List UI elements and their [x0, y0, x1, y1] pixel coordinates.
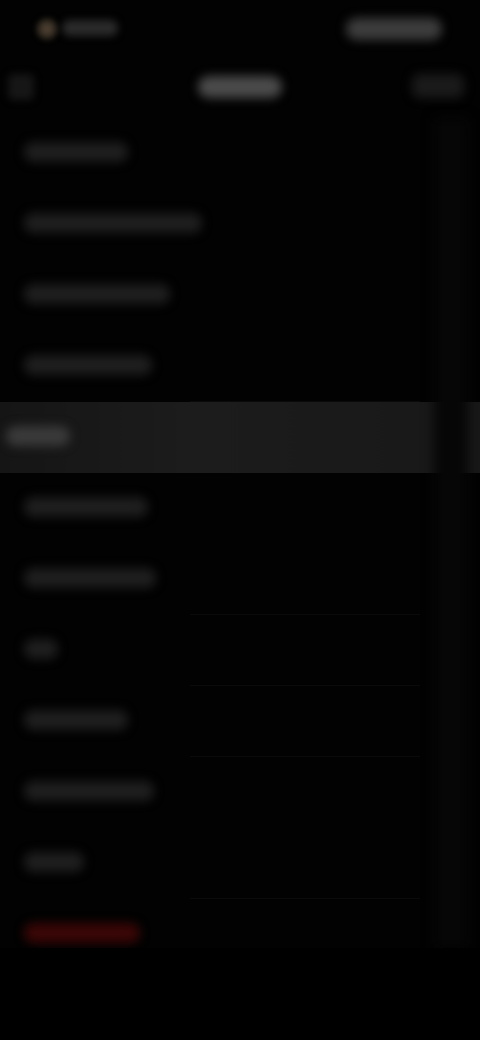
list-item-label: [24, 710, 128, 730]
list-item[interactable]: [0, 615, 480, 686]
list-item-label: [24, 355, 152, 375]
right-column: [434, 118, 468, 948]
back-button[interactable]: [8, 74, 34, 100]
list-item-label: [24, 284, 170, 304]
list-item-label: [6, 426, 70, 446]
list-item[interactable]: [0, 189, 480, 260]
list-item-label: [24, 923, 140, 943]
list-item-selected[interactable]: [0, 402, 480, 473]
list-item[interactable]: [0, 828, 480, 899]
list-item-label: [24, 497, 148, 517]
list-item[interactable]: [0, 260, 480, 331]
list-item[interactable]: [0, 686, 480, 757]
header-action-button[interactable]: [412, 74, 464, 98]
bottom-area: [0, 948, 480, 1040]
list-item-label: [24, 213, 202, 233]
list-item[interactable]: [0, 544, 480, 615]
status-dot-icon: [36, 18, 58, 40]
status-bar: [0, 0, 480, 56]
list-item[interactable]: [0, 331, 480, 402]
list-item-label: [24, 568, 156, 588]
list-item[interactable]: [0, 118, 480, 189]
list-item-label: [24, 639, 58, 659]
status-right-text: [346, 18, 442, 40]
header-bar: [0, 60, 480, 116]
list-item-label: [24, 781, 154, 801]
list-item[interactable]: [0, 473, 480, 544]
list-item-label: [24, 852, 84, 872]
list-item-label: [24, 142, 128, 162]
list-item[interactable]: [0, 757, 480, 828]
menu-list: [0, 118, 480, 970]
status-left-text: [62, 20, 118, 36]
page-title: [198, 76, 282, 98]
